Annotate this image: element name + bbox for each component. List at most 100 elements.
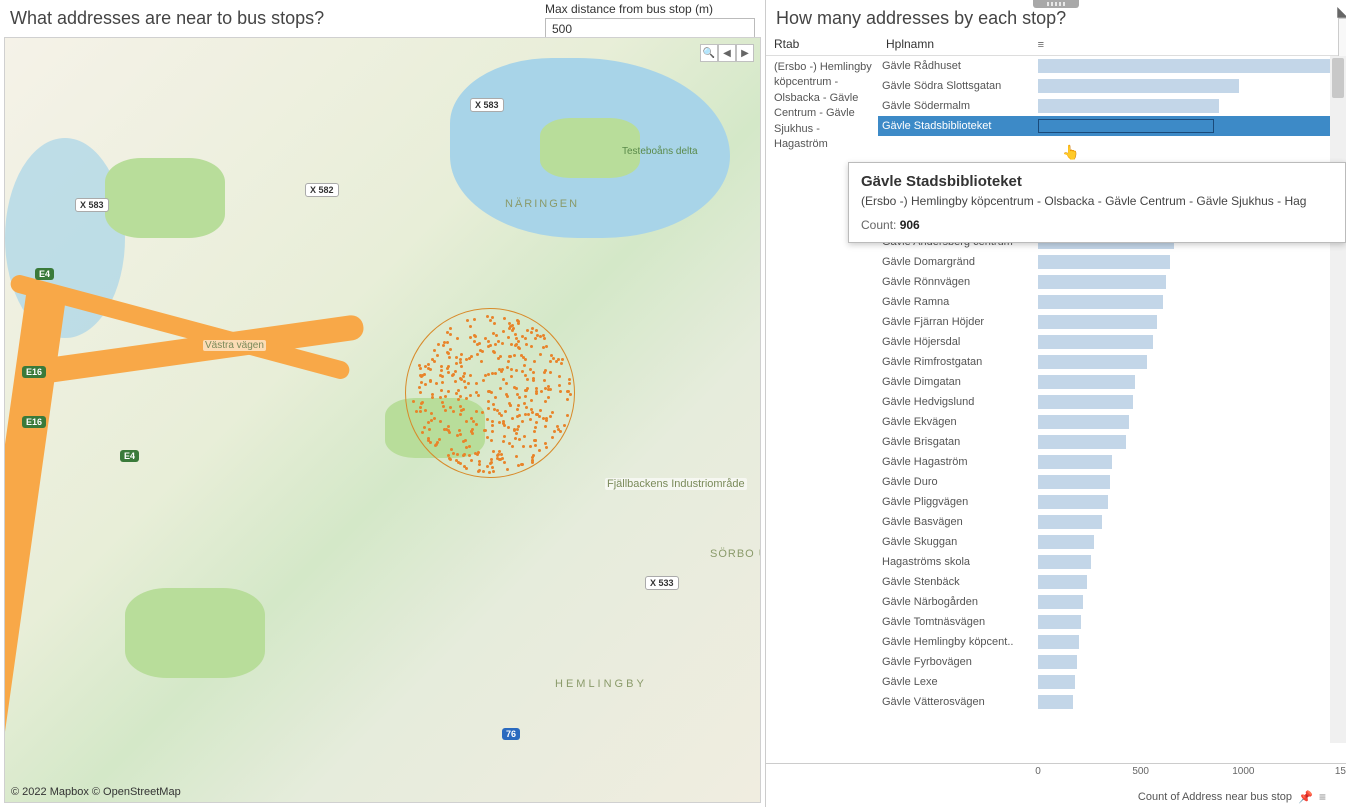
bar-row[interactable]: Gävle Duro — [878, 472, 1346, 492]
map-place-label: HEMLINGBY — [555, 678, 647, 690]
map-park-label: Testeboåns delta — [620, 146, 700, 157]
bar-row-label: Gävle Skuggan — [878, 536, 1038, 548]
bar-row[interactable]: Gävle Södermalm — [878, 96, 1346, 116]
bar[interactable] — [1038, 255, 1170, 269]
bar-row-label: Gävle Stenbäck — [878, 576, 1038, 588]
bar[interactable] — [1038, 395, 1133, 409]
road-shield-icon: E16 — [22, 416, 46, 428]
map-attribution: © 2022 Mapbox © OpenStreetMap — [11, 786, 181, 798]
bar-row[interactable]: Gävle Dimgatan — [878, 372, 1346, 392]
bar[interactable] — [1038, 295, 1163, 309]
bar-row[interactable]: Gävle Rönnvägen — [878, 272, 1346, 292]
bar[interactable] — [1038, 355, 1147, 369]
bar-row[interactable]: Gävle Vätterosvägen — [878, 692, 1346, 712]
bar-row[interactable]: Gävle Fjärran Höjder — [878, 312, 1346, 332]
bar[interactable] — [1038, 515, 1102, 529]
bar-row[interactable]: Gävle Domargränd — [878, 252, 1346, 272]
road-shield-icon: X 533 — [645, 576, 679, 590]
bar-row-label: Gävle Ramna — [878, 296, 1038, 308]
bar-row-label: Gävle Tomtnäsvägen — [878, 616, 1038, 628]
bar-row[interactable]: Gävle Hemlingby köpcent.. — [878, 632, 1346, 652]
bar-row-label: Gävle Basvägen — [878, 516, 1038, 528]
bar-row[interactable]: Gävle Södra Slottsgatan — [878, 76, 1346, 96]
bar-row[interactable]: Gävle Stenbäck — [878, 572, 1346, 592]
bar[interactable] — [1038, 655, 1077, 669]
bar-row[interactable]: Gävle Brisgatan — [878, 432, 1346, 452]
bar[interactable] — [1038, 555, 1091, 569]
bar[interactable] — [1038, 415, 1129, 429]
bar-row-label: Gävle Pliggvägen — [878, 496, 1038, 508]
bar[interactable] — [1038, 455, 1112, 469]
bar-row[interactable]: Gävle Ekvägen — [878, 412, 1346, 432]
bar-row[interactable]: Gävle Rådhuset — [878, 56, 1346, 76]
map-place-label: NÄRINGEN — [505, 198, 579, 210]
axis-tick: 1500 — [1335, 766, 1346, 777]
map-prev-button[interactable]: ◀ — [718, 44, 736, 62]
tooltip-title: Gävle Stadsbiblioteket — [861, 173, 1333, 190]
bar[interactable] — [1038, 119, 1214, 133]
bar[interactable] — [1038, 375, 1135, 389]
bar-row[interactable]: Gävle Tomtnäsvägen — [878, 612, 1346, 632]
bar[interactable] — [1038, 79, 1239, 93]
bar-row-label: Gävle Södra Slottsgatan — [878, 80, 1038, 92]
tooltip-count-label: Count: — [861, 218, 900, 232]
bar-row[interactable]: Gävle Lexe — [878, 672, 1346, 692]
bar-row[interactable]: Gävle Hagaström — [878, 452, 1346, 472]
road-shield-icon: E4 — [120, 450, 139, 462]
bar-row-label: Gävle Hedvigslund — [878, 396, 1038, 408]
axis-tick: 1000 — [1232, 766, 1254, 777]
bar[interactable] — [1038, 615, 1081, 629]
bar-row[interactable]: Gävle Stadsbiblioteket — [878, 116, 1346, 136]
bar[interactable] — [1038, 59, 1330, 73]
axis-title: Count of Address near bus stop — [1138, 791, 1292, 803]
bar-row[interactable]: Gävle Ramna — [878, 292, 1346, 312]
bar-row-label: Gävle Ekvägen — [878, 416, 1038, 428]
road-shield-icon: 76 — [502, 728, 520, 740]
bar[interactable] — [1038, 635, 1079, 649]
bar-row-label: Gävle Höjersdal — [878, 336, 1038, 348]
map-next-button[interactable]: ▶ — [736, 44, 754, 62]
road-shield-icon: X 583 — [470, 98, 504, 112]
bar[interactable] — [1038, 99, 1219, 113]
bar-row[interactable]: Gävle Skuggan — [878, 532, 1346, 552]
sort-icon[interactable]: ≡ — [1038, 39, 1044, 51]
bar[interactable] — [1038, 275, 1166, 289]
bar-row-label: Gävle Dimgatan — [878, 376, 1038, 388]
bar-row[interactable]: Gävle Närbogården — [878, 592, 1346, 612]
bar-row-label: Gävle Brisgatan — [878, 436, 1038, 448]
bar-row[interactable]: Gävle Höjersdal — [878, 332, 1346, 352]
side-panel-tab[interactable] — [1338, 18, 1346, 58]
bar-row[interactable]: Gävle Basvägen — [878, 512, 1346, 532]
bar-row[interactable]: Gävle Rimfrostgatan — [878, 352, 1346, 372]
bar[interactable] — [1038, 475, 1110, 489]
bar-row-label: Gävle Närbogården — [878, 596, 1038, 608]
bar-row-label: Gävle Lexe — [878, 676, 1038, 688]
map-search-button[interactable]: 🔍 — [700, 44, 718, 62]
bar[interactable] — [1038, 315, 1157, 329]
column-header-rtab[interactable]: Rtab — [774, 37, 886, 51]
bar[interactable] — [1038, 695, 1073, 709]
sort-toolbar-icon[interactable]: ≡ — [1319, 790, 1326, 804]
bar[interactable] — [1038, 495, 1108, 509]
x-axis: 050010001500 — [1038, 764, 1346, 787]
bar-row[interactable]: Gävle Pliggvägen — [878, 492, 1346, 512]
map-viewport[interactable]: NÄRINGEN Västra vägen SÖRBO URFJÄ HEMLIN… — [4, 37, 761, 803]
bar-row[interactable]: Gävle Fyrbovägen — [878, 652, 1346, 672]
road-shield-icon: E16 — [22, 366, 46, 378]
pin-icon[interactable]: 📌 — [1298, 790, 1313, 804]
bar[interactable] — [1038, 575, 1087, 589]
bar[interactable] — [1038, 435, 1126, 449]
bar-row-label: Gävle Rönnvägen — [878, 276, 1038, 288]
bar[interactable] — [1038, 675, 1075, 689]
bar[interactable] — [1038, 335, 1153, 349]
pane-grip-handle[interactable] — [1033, 0, 1079, 8]
bar[interactable] — [1038, 535, 1094, 549]
bar-row-label: Gävle Vätterosvägen — [878, 696, 1038, 708]
bar-row[interactable]: Hagaströms skola — [878, 552, 1346, 572]
bar-row-label: Gävle Hemlingby köpcent.. — [878, 636, 1038, 648]
column-header-hplnamn[interactable]: Hplnamn ≡ — [886, 37, 1046, 51]
bar-row[interactable]: Gävle Hedvigslund — [878, 392, 1346, 412]
bar-row-label: Gävle Hagaström — [878, 456, 1038, 468]
bar[interactable] — [1038, 595, 1083, 609]
bar-row-label: Hagaströms skola — [878, 556, 1038, 568]
